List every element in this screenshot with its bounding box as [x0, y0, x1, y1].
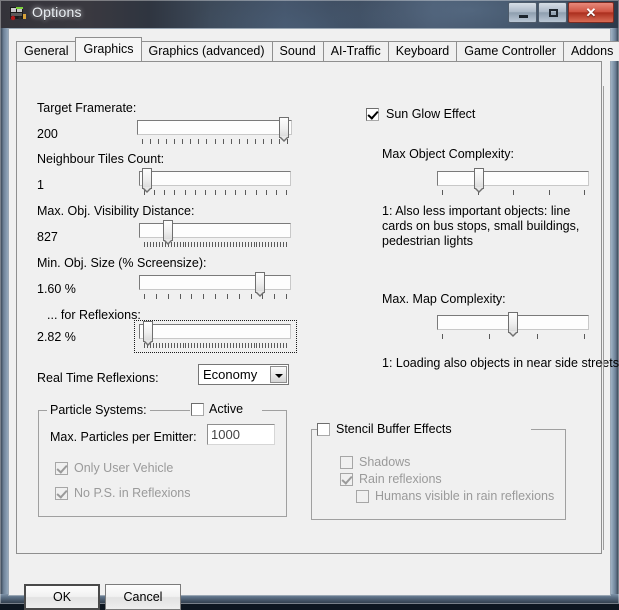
tab-general[interactable]: General	[16, 41, 77, 61]
no-ps-in-reflexions-checkbox	[55, 487, 68, 500]
tab-keyboard[interactable]: Keyboard	[387, 41, 458, 61]
slider-ticks	[437, 190, 589, 196]
neighbour-tiles-slider[interactable]	[139, 168, 291, 195]
slider-thumb[interactable]	[474, 168, 484, 193]
ok-button[interactable]: OK	[24, 584, 100, 610]
only-user-vehicle-checkbox	[55, 462, 68, 475]
real-time-reflexions-label: Real Time Reflexions:	[37, 371, 159, 385]
neighbour-tiles-label: Neighbour Tiles Count:	[37, 152, 165, 166]
shadows-label: Shadows	[359, 455, 411, 469]
max-map-complexity-slider[interactable]	[437, 312, 589, 339]
humans-visible-checkbox	[356, 490, 369, 503]
slider-thumb[interactable]	[255, 272, 265, 297]
window-title: Options	[32, 4, 82, 20]
tab-addons[interactable]: Addons	[562, 41, 619, 61]
min-obj-size-reflexions-slider[interactable]	[139, 321, 291, 348]
sun-glow-label: Sun Glow Effect	[386, 107, 476, 121]
slider-groove	[137, 120, 292, 135]
tab-sound[interactable]: Sound	[271, 41, 324, 61]
maximize-icon	[549, 9, 558, 17]
max-map-complexity-label: Max. Map Complexity:	[382, 292, 506, 306]
min-obj-size-label: Min. Obj. Size (% Screensize):	[37, 256, 207, 270]
close-button[interactable]: ✕	[568, 2, 614, 23]
caption-buttons: ✕	[507, 2, 614, 24]
window-border-right	[611, 28, 619, 604]
target-framerate-label: Target Framerate:	[37, 101, 137, 115]
slider-thumb[interactable]	[163, 220, 173, 245]
particle-systems-caption: Particle Systems:	[47, 403, 150, 417]
min-obj-size-value: 1.60 %	[37, 282, 76, 296]
slider-thumb[interactable]	[508, 312, 518, 337]
humans-visible-label: Humans visible in rain reflexions	[375, 489, 555, 503]
check-icon	[56, 462, 68, 474]
check-icon	[56, 487, 68, 499]
neighbour-tiles-value: 1	[37, 178, 44, 192]
tab-ai-traffic[interactable]: AI-Traffic	[322, 41, 389, 61]
particles-active-checkbox[interactable]	[191, 403, 204, 416]
max-particles-value: 1000	[211, 427, 240, 442]
stencil-buffer-effects-label: Stencil Buffer Effects	[336, 422, 452, 436]
sun-glow-checkbox[interactable]	[366, 108, 379, 121]
graphics-tab-page: Target Framerate: 200 Neighbour Tiles Co…	[16, 61, 619, 554]
visibility-distance-slider[interactable]	[139, 220, 291, 247]
max-object-complexity-label: Max Object Complexity:	[382, 147, 514, 161]
only-user-vehicle-label: Only User Vehicle	[74, 461, 174, 475]
slider-ticks	[139, 242, 291, 248]
slider-groove	[139, 324, 291, 339]
slider-ticks	[139, 294, 291, 300]
dialog-client-area: General Graphics Graphics (advanced) Sou…	[8, 28, 619, 610]
min-obj-size-reflexions-label: ... for Reflexions:	[47, 308, 141, 322]
panel-divider	[603, 86, 604, 550]
check-icon	[341, 473, 353, 485]
max-particles-label: Max. Particles per Emitter:	[50, 430, 197, 444]
no-ps-in-reflexions-label: No P.S. in Reflexions	[74, 486, 191, 500]
chevron-down-icon[interactable]	[270, 366, 287, 383]
visibility-distance-label: Max. Obj. Visibility Distance:	[37, 204, 195, 218]
options-window: Options ✕ General Graphics Graphics (adv…	[0, 0, 619, 610]
slider-thumb[interactable]	[279, 117, 289, 142]
stencil-buffer-effects-checkbox[interactable]	[317, 423, 330, 436]
min-obj-size-slider[interactable]	[139, 272, 291, 299]
slider-ticks	[139, 190, 291, 196]
rain-reflexions-label: Rain reflexions	[359, 472, 442, 486]
target-framerate-value: 200	[37, 127, 58, 141]
title-bar[interactable]: Options ✕	[0, 0, 619, 28]
rain-reflexions-checkbox	[340, 473, 353, 486]
shadows-checkbox	[340, 456, 353, 469]
real-time-reflexions-value: Economy	[203, 367, 258, 382]
particles-active-label: Active	[209, 402, 244, 416]
tab-strip: General Graphics Graphics (advanced) Sou…	[16, 37, 619, 61]
slider-ticks	[137, 139, 292, 145]
tab-graphics[interactable]: Graphics	[75, 37, 142, 61]
window-border-left	[0, 28, 8, 604]
slider-groove	[139, 223, 291, 238]
visibility-distance-value: 827	[37, 230, 58, 244]
tab-game-controller[interactable]: Game Controller	[456, 41, 564, 61]
close-icon: ✕	[585, 4, 597, 20]
minimize-icon	[519, 15, 528, 18]
maximize-button[interactable]	[538, 2, 567, 23]
min-obj-size-reflexions-value: 2.82 %	[37, 330, 76, 344]
minimize-button[interactable]	[508, 2, 537, 23]
check-icon	[367, 108, 379, 120]
max-particles-input[interactable]: 1000	[207, 424, 275, 445]
slider-groove	[437, 171, 589, 186]
slider-thumb[interactable]	[143, 321, 153, 346]
max-object-complexity-slider[interactable]	[437, 168, 589, 195]
slider-groove	[139, 171, 291, 186]
cancel-button[interactable]: Cancel	[105, 584, 181, 610]
map-complexity-hint: 1: Loading also objects in near side str…	[382, 356, 619, 370]
slider-ticks	[139, 343, 291, 349]
slider-groove	[139, 275, 291, 290]
bus-icon	[10, 7, 26, 21]
target-framerate-slider[interactable]	[137, 117, 292, 144]
real-time-reflexions-select[interactable]: Economy	[198, 364, 289, 385]
object-complexity-hint: 1: Also less important objects: line car…	[382, 204, 580, 248]
slider-thumb[interactable]	[142, 168, 152, 193]
tab-graphics-advanced[interactable]: Graphics (advanced)	[140, 41, 273, 61]
